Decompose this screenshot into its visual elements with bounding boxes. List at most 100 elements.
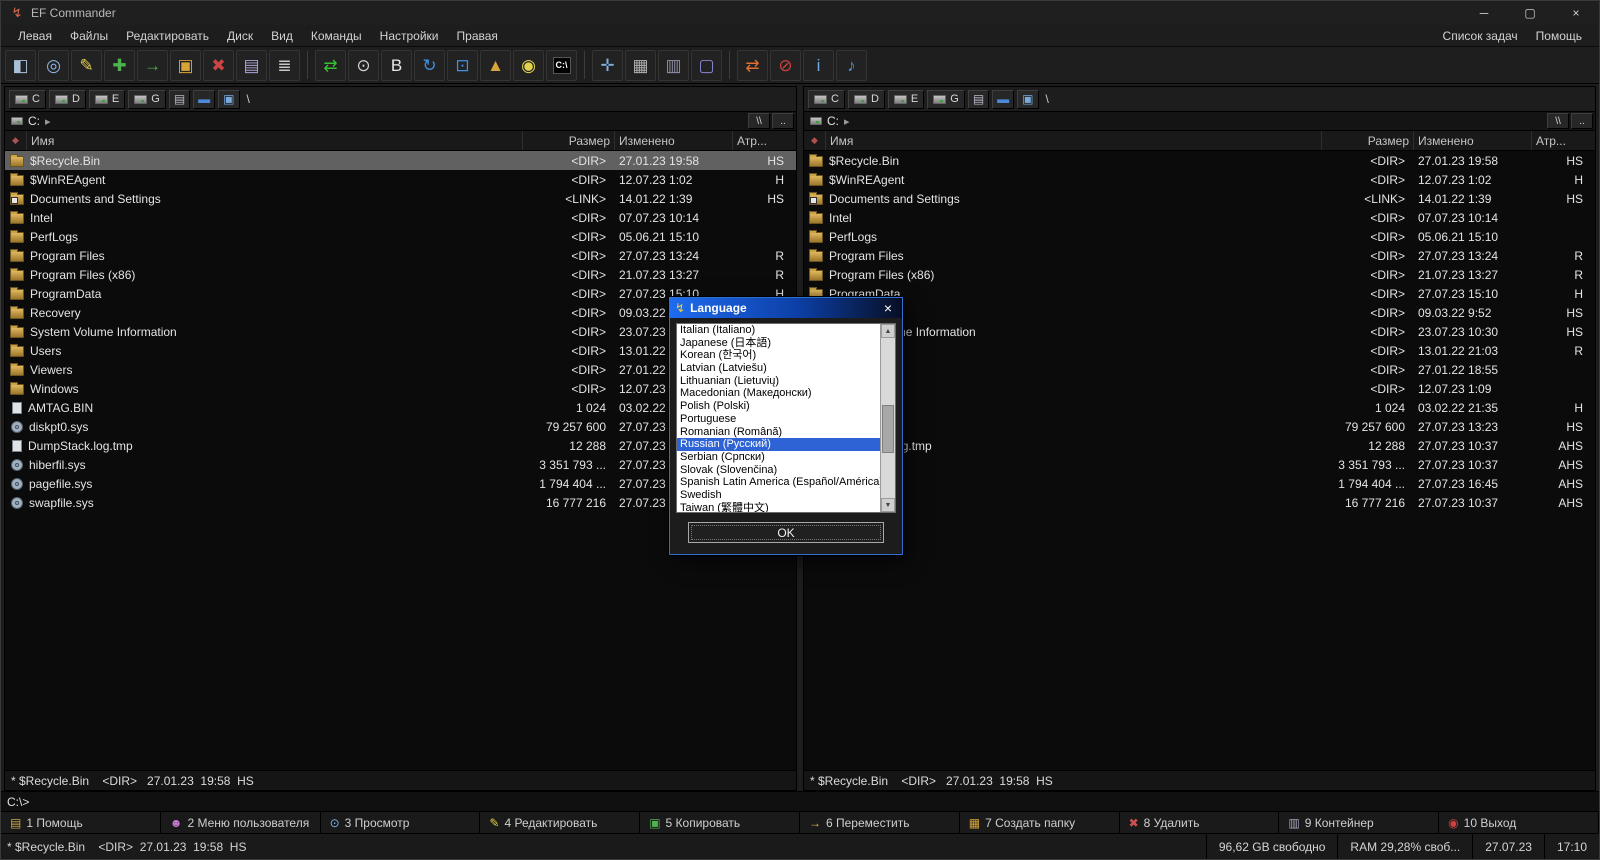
menu-view[interactable]: Вид bbox=[262, 27, 302, 45]
file-row[interactable]: Viewers<DIR>27.01.22 18:55 bbox=[804, 360, 1595, 379]
file-row[interactable]: Documents and Settings <LINK> 14.01.22 1:3… bbox=[804, 189, 1595, 208]
file-row[interactable]: Program Files (x86) <DIR> 21.07.23 13:27 R bbox=[804, 265, 1595, 284]
menu-left[interactable]: Левая bbox=[9, 27, 61, 45]
file-row[interactable]: System Volume Information<DIR>23.07.23 1… bbox=[804, 322, 1595, 341]
file-row[interactable]: DumpStack.log.tmp12 28827.07.23 10:37AHS bbox=[804, 436, 1595, 455]
info-button[interactable]: i bbox=[803, 49, 834, 81]
fkey-move-button[interactable]: → 6 Переместить bbox=[800, 812, 960, 833]
file-row[interactable]: AMTAG.BIN1 02403.02.22 21:35H bbox=[804, 398, 1595, 417]
disconnect-button[interactable]: ⊘ bbox=[770, 49, 801, 81]
refresh-button[interactable]: ⇄ bbox=[315, 49, 346, 81]
delete-button[interactable]: ✖ bbox=[203, 49, 234, 81]
file-row[interactable]: $WinREAgent <DIR> 12.07.23 1:02 H bbox=[804, 170, 1595, 189]
fkey-exit-button[interactable]: ◉ 10 Выход bbox=[1439, 812, 1599, 833]
parent-button[interactable]: .. bbox=[1571, 113, 1593, 129]
dialog-close-button[interactable]: × bbox=[879, 300, 897, 316]
desktop-button[interactable]: ▬ bbox=[992, 89, 1015, 109]
scroll-down-icon[interactable]: ▼ bbox=[881, 498, 895, 512]
removable-drive-button[interactable]: ▤ bbox=[967, 89, 990, 109]
search-button[interactable]: ⊙ bbox=[348, 49, 379, 81]
hex-view-button[interactable]: B bbox=[381, 49, 412, 81]
drive-e-button[interactable]: E bbox=[887, 89, 925, 109]
language-option[interactable]: Swedish bbox=[677, 489, 880, 502]
column-header-attr[interactable]: Атр... bbox=[732, 131, 796, 150]
menu-files[interactable]: Файлы bbox=[61, 27, 117, 45]
menu-help[interactable]: Помощь bbox=[1527, 27, 1591, 45]
dialog-titlebar[interactable]: ↯ Language × bbox=[670, 298, 902, 318]
connect-button[interactable]: ⇄ bbox=[737, 49, 768, 81]
language-option[interactable]: Macedonian (Македонски) bbox=[677, 387, 880, 400]
file-row[interactable]: Windows<DIR>12.07.23 1:09 bbox=[804, 379, 1595, 398]
file-row[interactable]: $Recycle.Bin <DIR> 27.01.23 19:58 HS bbox=[5, 151, 796, 170]
file-row[interactable]: $Recycle.Bin <DIR> 27.01.23 19:58 HS bbox=[804, 151, 1595, 170]
file-row[interactable]: pagefile.sys1 794 404 ...27.07.23 16:45A… bbox=[804, 474, 1595, 493]
scrollbar-thumb[interactable] bbox=[882, 405, 894, 454]
language-option[interactable]: Polish (Polski) bbox=[677, 400, 880, 413]
copy-button[interactable]: ✚ bbox=[104, 49, 135, 81]
file-row[interactable]: PerfLogs <DIR> 05.06.21 15:10 bbox=[5, 227, 796, 246]
drive-e-button[interactable]: E bbox=[88, 89, 126, 109]
language-option[interactable]: Serbian (Српски) bbox=[677, 451, 880, 464]
multi-rename-button[interactable]: ≣ bbox=[269, 49, 300, 81]
language-option[interactable]: Italian (Italiano) bbox=[677, 324, 880, 337]
move-button[interactable]: → bbox=[137, 49, 168, 81]
menu-commands[interactable]: Команды bbox=[302, 27, 371, 45]
language-option[interactable]: Portuguese bbox=[677, 413, 880, 426]
media-search-button[interactable]: ♪ bbox=[836, 49, 867, 81]
file-row[interactable]: PerfLogs <DIR> 05.06.21 15:10 bbox=[804, 227, 1595, 246]
display-button[interactable]: ▢ bbox=[691, 49, 722, 81]
print-button[interactable]: ▦ bbox=[625, 49, 656, 81]
command-line[interactable]: C:\> bbox=[7, 795, 29, 809]
drive-c-button[interactable]: C bbox=[9, 89, 46, 109]
minimize-button[interactable]: ─ bbox=[1461, 1, 1507, 25]
find-window-button[interactable]: ⊡ bbox=[447, 49, 478, 81]
drive-d-button[interactable]: D bbox=[847, 89, 885, 109]
column-header-size[interactable]: Размер bbox=[1321, 131, 1413, 150]
file-row[interactable]: diskpt0.sys79 257 60027.07.23 13:23HS bbox=[804, 417, 1595, 436]
file-row[interactable]: ProgramData <DIR> 27.07.23 15:10 H bbox=[804, 284, 1595, 303]
new-folder-button[interactable]: ▣ bbox=[170, 49, 201, 81]
menu-settings[interactable]: Настройки bbox=[371, 27, 448, 45]
search-files-button[interactable]: ◉ bbox=[513, 49, 544, 81]
fkey-help-button[interactable]: ▤ 1 Помощь bbox=[1, 812, 161, 833]
language-option[interactable]: Latvian (Latviešu) bbox=[677, 362, 880, 375]
network-button[interactable]: ▣ bbox=[1017, 89, 1039, 109]
path-display[interactable]: C: ▸ bbox=[7, 114, 748, 128]
quick-view-button[interactable]: ◎ bbox=[38, 49, 69, 81]
network-button[interactable]: ▣ bbox=[218, 89, 240, 109]
root-button[interactable]: \\ bbox=[1547, 113, 1569, 129]
language-option[interactable]: Russian (Русский) bbox=[677, 438, 880, 451]
fkey-user-menu-button[interactable]: ☻ 2 Меню пользователя bbox=[161, 812, 321, 833]
file-row[interactable]: Intel <DIR> 07.07.23 10:14 bbox=[804, 208, 1595, 227]
fkey-edit-button[interactable]: ✎ 4 Редактировать bbox=[480, 812, 641, 833]
language-option[interactable]: Korean (한국어) bbox=[677, 349, 880, 362]
recycle-bin-button[interactable]: ▥ bbox=[658, 49, 689, 81]
path-display[interactable]: C: ▸ bbox=[806, 114, 1547, 128]
settings-tool-button[interactable]: ✛ bbox=[592, 49, 623, 81]
language-scrollbar[interactable]: ▲ ▼ bbox=[880, 324, 895, 512]
language-option[interactable]: Lithuanian (Lietuvių) bbox=[677, 375, 880, 388]
file-row[interactable]: Recovery<DIR>09.03.22 9:52HS bbox=[804, 303, 1595, 322]
removable-drive-button[interactable]: ▤ bbox=[168, 89, 191, 109]
file-row[interactable]: $WinREAgent <DIR> 12.07.23 1:02 H bbox=[5, 170, 796, 189]
desktop-button[interactable]: ▬ bbox=[193, 89, 216, 109]
file-row[interactable]: Documents and Settings <LINK> 14.01.22 1:3… bbox=[5, 189, 796, 208]
fkey-container-button[interactable]: ▥ 9 Контейнер bbox=[1279, 812, 1440, 833]
menu-right[interactable]: Правая bbox=[448, 27, 507, 45]
language-option[interactable]: Slovak (Slovenčina) bbox=[677, 464, 880, 477]
file-row[interactable]: Program Files <DIR> 27.07.23 13:24 R bbox=[804, 246, 1595, 265]
pack-button[interactable]: ▤ bbox=[236, 49, 267, 81]
file-row[interactable]: Program Files (x86) <DIR> 21.07.23 13:27 R bbox=[5, 265, 796, 284]
columns-config-icon[interactable]: ◆ bbox=[5, 131, 27, 150]
column-header-changed[interactable]: Изменено bbox=[1413, 131, 1531, 150]
fkey-view-button[interactable]: ⊙ 3 Просмотр bbox=[321, 812, 481, 833]
language-option[interactable]: Romanian (Română) bbox=[677, 426, 880, 439]
file-row[interactable]: Intel <DIR> 07.07.23 10:14 bbox=[5, 208, 796, 227]
column-header-name[interactable]: Имя bbox=[27, 131, 522, 150]
language-option[interactable]: Spanish Latin America (Español/América) bbox=[677, 476, 880, 489]
drive-c-button[interactable]: C bbox=[808, 89, 845, 109]
language-option[interactable]: Taiwan (繁體中文) bbox=[677, 502, 880, 512]
file-row[interactable]: Users<DIR>13.01.22 21:03R bbox=[804, 341, 1595, 360]
parent-button[interactable]: .. bbox=[772, 113, 794, 129]
column-header-attr[interactable]: Атр... bbox=[1531, 131, 1595, 150]
